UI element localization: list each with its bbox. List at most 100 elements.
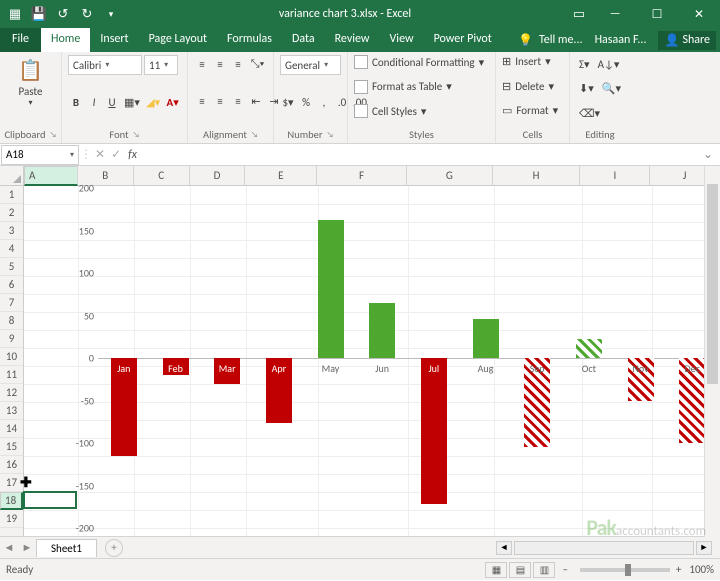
- insert-cells-button[interactable]: ⊞Insert ▾: [502, 55, 563, 68]
- row-header[interactable]: 3: [0, 222, 23, 240]
- hscroll-left[interactable]: ◄: [496, 541, 512, 555]
- row-header[interactable]: 2: [0, 204, 23, 222]
- sheet-tab[interactable]: Sheet1: [36, 539, 97, 557]
- minimize-button[interactable]: —: [594, 0, 636, 28]
- fill-color-button[interactable]: ◢▾: [144, 93, 162, 111]
- row-header[interactable]: 11: [0, 366, 23, 384]
- align-left-button[interactable]: ≡: [194, 92, 210, 110]
- autosum-button[interactable]: Σ▾: [576, 55, 593, 73]
- bold-button[interactable]: B: [68, 93, 84, 111]
- worksheet-grid[interactable]: ABCDEFGHIJ 12345678910111213141516171819…: [0, 166, 720, 536]
- row-header[interactable]: 13: [0, 402, 23, 420]
- row-header[interactable]: 12: [0, 384, 23, 402]
- underline-button[interactable]: U: [104, 93, 120, 111]
- view-normal-button[interactable]: ▦: [485, 562, 507, 578]
- redo-icon[interactable]: ↻: [78, 5, 96, 23]
- view-page-break-button[interactable]: ▥: [533, 562, 555, 578]
- zoom-thumb[interactable]: [625, 564, 631, 576]
- cell-styles-button[interactable]: Cell Styles ▾: [354, 104, 489, 118]
- row-header[interactable]: 6: [0, 276, 23, 294]
- cancel-formula-button[interactable]: ✕: [92, 146, 108, 164]
- row-header[interactable]: 10: [0, 348, 23, 366]
- variance-chart[interactable]: -200-150-100-50050100150200JanFebMarAprM…: [64, 188, 716, 528]
- tab-data[interactable]: Data: [282, 28, 325, 52]
- row-header[interactable]: 15: [0, 438, 23, 456]
- enter-formula-button[interactable]: ✓: [108, 146, 124, 164]
- italic-button[interactable]: I: [86, 93, 102, 111]
- align-right-button[interactable]: ≡: [230, 92, 246, 110]
- row-header[interactable]: 16: [0, 456, 23, 474]
- align-center-button[interactable]: ≡: [212, 92, 228, 110]
- hscroll-track[interactable]: [514, 541, 694, 555]
- new-sheet-button[interactable]: +: [105, 539, 123, 557]
- format-as-table-button[interactable]: Format as Table ▾: [354, 80, 489, 94]
- column-header[interactable]: D: [190, 166, 246, 185]
- tab-view[interactable]: View: [380, 28, 424, 52]
- row-header[interactable]: 8: [0, 312, 23, 330]
- maximize-button[interactable]: ☐: [636, 0, 678, 28]
- name-box[interactable]: A18▾: [1, 145, 79, 165]
- tab-review[interactable]: Review: [325, 28, 380, 52]
- comma-button[interactable]: ,: [316, 93, 332, 111]
- undo-icon[interactable]: ↺: [54, 5, 72, 23]
- bar-jul[interactable]: [421, 358, 447, 504]
- column-header[interactable]: H: [493, 166, 581, 185]
- user-name[interactable]: Hasaan F...: [595, 33, 647, 47]
- tab-file[interactable]: File: [0, 28, 41, 52]
- row-header[interactable]: 19: [0, 510, 23, 528]
- select-all-corner[interactable]: [0, 166, 24, 186]
- qat-dropdown-icon[interactable]: ▾: [102, 5, 120, 23]
- tab-home[interactable]: Home: [41, 28, 90, 52]
- row-header[interactable]: 4: [0, 240, 23, 258]
- bar-may[interactable]: [318, 220, 344, 358]
- percent-button[interactable]: %: [298, 93, 314, 111]
- number-launcher-icon[interactable]: ↘: [327, 130, 334, 140]
- sheet-nav-prev[interactable]: ◄: [0, 541, 18, 554]
- column-header[interactable]: I: [580, 166, 650, 185]
- row-header[interactable]: 14: [0, 420, 23, 438]
- zoom-slider[interactable]: [580, 568, 670, 572]
- border-button[interactable]: ▦▾: [122, 93, 142, 111]
- font-color-button[interactable]: A▾: [164, 93, 181, 111]
- column-header[interactable]: C: [134, 166, 190, 185]
- share-button[interactable]: 👤 Share: [658, 31, 716, 50]
- align-bottom-button[interactable]: ≡: [230, 55, 246, 73]
- bar-oct[interactable]: [576, 339, 602, 358]
- row-header[interactable]: 7: [0, 294, 23, 312]
- orientation-button[interactable]: ⤡▾: [248, 55, 267, 73]
- save-icon[interactable]: 💾: [30, 5, 48, 23]
- tab-formulas[interactable]: Formulas: [217, 28, 282, 52]
- clipboard-launcher-icon[interactable]: ↘: [50, 130, 57, 140]
- horizontal-scrollbar[interactable]: ◄ ►: [123, 541, 720, 555]
- vertical-scrollbar[interactable]: [704, 166, 720, 537]
- font-name-select[interactable]: Calibri▾: [68, 55, 142, 75]
- bar-aug[interactable]: [473, 319, 499, 358]
- tab-insert[interactable]: Insert: [90, 28, 138, 52]
- conditional-formatting-button[interactable]: Conditional Formatting ▾: [354, 55, 489, 69]
- row-header[interactable]: 5: [0, 258, 23, 276]
- vscroll-thumb[interactable]: [707, 184, 718, 384]
- row-header[interactable]: 18: [0, 492, 23, 510]
- bar-jun[interactable]: [369, 303, 395, 358]
- find-button[interactable]: 🔍▾: [599, 80, 624, 98]
- hscroll-right[interactable]: ►: [696, 541, 712, 555]
- sort-filter-button[interactable]: A↓▾: [595, 55, 623, 73]
- format-cells-button[interactable]: ▭Format ▾: [502, 104, 563, 117]
- tab-page-layout[interactable]: Page Layout: [139, 28, 217, 52]
- column-header[interactable]: F: [317, 166, 407, 185]
- tab-power-pivot[interactable]: Power Pivot: [424, 28, 502, 52]
- row-header[interactable]: 1: [0, 186, 23, 204]
- cells-area[interactable]: -200-150-100-50050100150200JanFebMarAprM…: [24, 186, 720, 536]
- close-button[interactable]: ✕: [678, 0, 720, 28]
- sheet-nav-next[interactable]: ►: [18, 541, 36, 554]
- align-top-button[interactable]: ≡: [194, 55, 210, 73]
- alignment-launcher-icon[interactable]: ↘: [251, 130, 258, 140]
- tell-me-icon[interactable]: 💡: [518, 33, 533, 48]
- delete-cells-button[interactable]: ⊟Delete ▾: [502, 80, 563, 93]
- paste-button[interactable]: 📋 Paste ▾: [6, 54, 55, 112]
- font-launcher-icon[interactable]: ↘: [133, 130, 140, 140]
- row-header[interactable]: 9: [0, 330, 23, 348]
- number-format-select[interactable]: General▾: [280, 55, 341, 75]
- column-header[interactable]: G: [407, 166, 493, 185]
- expand-formula-button[interactable]: ⌄: [700, 146, 716, 164]
